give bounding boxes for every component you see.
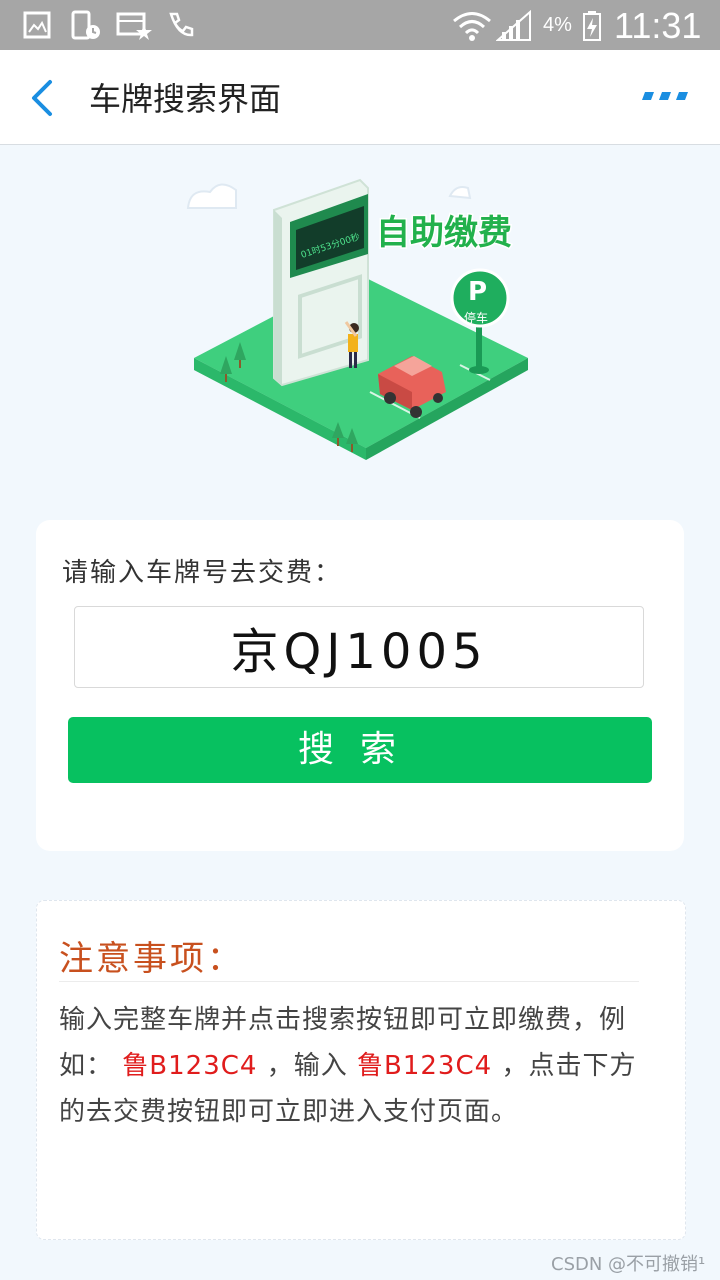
- battery-charging-icon: [583, 11, 601, 41]
- signal-icon: [496, 10, 531, 41]
- page-title: 车牌搜索界面: [89, 80, 282, 118]
- gallery-icon: [23, 11, 51, 39]
- calendar-star-icon: [116, 12, 152, 40]
- plate-input[interactable]: [74, 606, 644, 688]
- watermark: CSDN @不可撤销¹: [551, 1254, 706, 1275]
- phone-clock-icon: [71, 10, 100, 40]
- cloud-shape: [186, 183, 237, 209]
- banner-text: 自助缴费: [376, 213, 512, 253]
- search-card: 请输入车牌号去交费： 搜索: [36, 520, 684, 851]
- parking-sign-letter: P: [468, 277, 487, 307]
- cloud-shape-small: [448, 186, 472, 200]
- notice-card: 注意事项： 输入完整车牌并点击搜索按钮即可立即缴费，例如： 鲁B123C4 ，输…: [36, 900, 686, 1240]
- battery-percent: 4%: [543, 14, 572, 36]
- notice-body: 输入完整车牌并点击搜索按钮即可立即缴费，例如： 鲁B123C4 ，输入 鲁B12…: [59, 997, 659, 1135]
- app-header: 车牌搜索界面: [0, 50, 720, 145]
- call-icon: [169, 12, 194, 37]
- back-icon[interactable]: [24, 76, 64, 120]
- search-prompt: 请输入车牌号去交费：: [62, 558, 343, 588]
- clock: 11:31: [614, 5, 702, 46]
- self-pay-illustration: 01时53分00秒 自助缴费 P 停车: [186, 178, 528, 460]
- more-icon[interactable]: [640, 88, 690, 108]
- person-body: [348, 334, 358, 352]
- search-button[interactable]: 搜索: [68, 717, 652, 783]
- plate-example: 鲁B123C4: [357, 1051, 493, 1081]
- parking-sign-text: 停车: [464, 310, 488, 325]
- notice-text: ，输入: [266, 1051, 348, 1081]
- plate-example: 鲁B123C4: [122, 1051, 258, 1081]
- divider: [59, 981, 639, 982]
- status-bar: 4% 11:31: [0, 0, 720, 50]
- kiosk-side: [274, 210, 282, 385]
- wifi-icon: [453, 12, 491, 41]
- notice-title: 注意事项：: [59, 939, 244, 979]
